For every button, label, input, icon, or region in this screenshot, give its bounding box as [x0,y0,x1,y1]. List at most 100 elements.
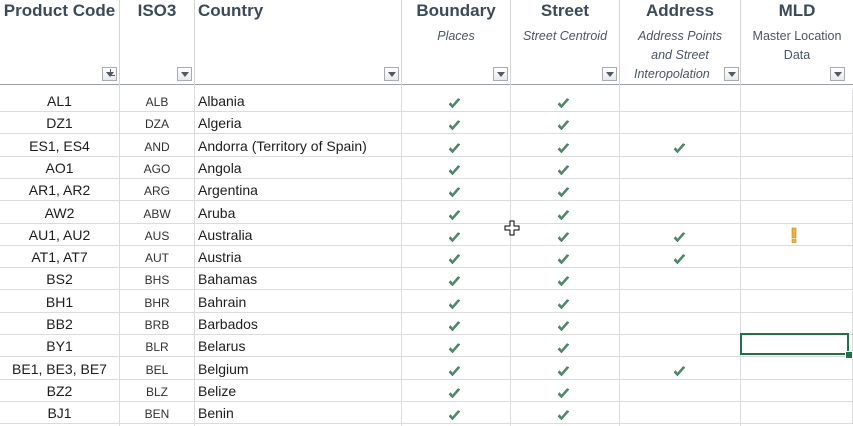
table-row[interactable]: BJ1 BEN Benin [0,402,853,425]
cell-product-code[interactable]: AL1 [0,90,120,112]
cell-street[interactable] [511,290,620,313]
table-row[interactable]: DZ1 DZA Algeria [0,112,853,135]
cell-street[interactable] [511,246,620,269]
cell-country[interactable]: Argentina [195,179,402,202]
table-row[interactable]: AT1, AT7 AUT Austria [0,246,853,269]
cell-product-code[interactable]: AT1, AT7 [0,246,120,269]
header-mld[interactable]: MLD Master Location Data [741,0,853,84]
cell-street[interactable] [511,201,620,224]
cell-street[interactable] [511,179,620,202]
cell-boundary[interactable] [402,268,511,291]
cell-country[interactable]: Belgium [195,357,402,380]
cell-product-code[interactable]: BE1, BE3, BE7 [0,357,120,380]
cell-mld[interactable] [741,201,853,224]
cell-mld[interactable] [741,156,853,179]
cell-iso3[interactable]: ALB [120,90,195,112]
cell-boundary[interactable] [402,201,511,224]
header-product-code[interactable]: Product Code [0,0,120,84]
cell-boundary[interactable] [402,156,511,179]
cell-mld[interactable] [741,290,853,313]
cell-iso3[interactable]: BHR [120,290,195,313]
cell-iso3[interactable]: DZA [120,112,195,135]
table-row[interactable]: AR1, AR2 ARG Argentina [0,179,853,202]
filter-active-icon[interactable] [102,67,117,81]
table-row[interactable]: BZ2 BLZ Belize [0,379,853,402]
cell-iso3[interactable]: BRB [120,313,195,335]
filter-dropdown-icon[interactable] [724,67,739,81]
table-row[interactable]: AW2 ABW Aruba [0,201,853,224]
cell-iso3[interactable]: AND [120,134,195,157]
cell-country[interactable]: Benin [195,402,402,425]
cell-mld[interactable] [741,134,853,157]
cell-country[interactable]: Belarus [195,335,402,358]
cell-boundary[interactable] [402,246,511,269]
selected-cell[interactable] [740,333,849,355]
cell-iso3[interactable]: BHS [120,268,195,291]
cell-boundary[interactable] [402,223,511,246]
cell-address[interactable] [620,379,741,402]
cell-product-code[interactable]: BB2 [0,313,120,335]
cell-mld[interactable] [741,379,853,402]
cell-country[interactable]: Austria [195,246,402,269]
filter-dropdown-icon[interactable] [493,67,508,81]
table-row[interactable]: AO1 AGO Angola [0,156,853,179]
cell-boundary[interactable] [402,112,511,135]
cell-boundary[interactable] [402,379,511,402]
cell-country[interactable]: Bahamas [195,268,402,291]
cell-mld[interactable] [741,268,853,291]
filter-dropdown-icon[interactable] [384,67,399,81]
table-row[interactable]: BH1 BHR Bahrain [0,290,853,313]
table-row[interactable]: BB2 BRB Barbados [0,313,853,335]
cell-address[interactable] [620,357,741,380]
cell-country[interactable]: Angola [195,156,402,179]
cell-street[interactable] [511,379,620,402]
cell-country[interactable]: Albania [195,90,402,112]
fill-handle[interactable] [845,351,853,359]
cell-street[interactable] [511,223,620,246]
header-iso3[interactable]: ISO3 [120,0,195,84]
cell-product-code[interactable]: AU1, AU2 [0,223,120,246]
filter-dropdown-icon[interactable] [177,67,192,81]
cell-product-code[interactable]: DZ1 [0,112,120,135]
cell-boundary[interactable] [402,357,511,380]
cell-iso3[interactable]: AGO [120,156,195,179]
header-country[interactable]: Country [195,0,402,84]
cell-country[interactable]: Andorra (Territory of Spain) [195,134,402,157]
cell-boundary[interactable] [402,402,511,425]
header-boundary[interactable]: Boundary Places [402,0,511,84]
cell-mld[interactable] [741,246,853,269]
cell-product-code[interactable]: AW2 [0,201,120,224]
cell-address[interactable] [620,313,741,335]
table-row[interactable]: AU1, AU2 AUS Australia [0,223,853,246]
cell-product-code[interactable]: ES1, ES4 [0,134,120,157]
filter-dropdown-icon[interactable] [830,67,845,81]
cell-boundary[interactable] [402,179,511,202]
cell-iso3[interactable]: BEN [120,402,195,425]
cell-product-code[interactable]: AO1 [0,156,120,179]
cell-address[interactable] [620,335,741,358]
cell-address[interactable] [620,402,741,425]
cell-boundary[interactable] [402,134,511,157]
cell-address[interactable] [620,90,741,112]
cell-address[interactable] [620,201,741,224]
cell-mld[interactable] [741,179,853,202]
cell-country[interactable]: Barbados [195,313,402,335]
cell-mld[interactable] [741,223,853,246]
cell-iso3[interactable]: ABW [120,201,195,224]
cell-product-code[interactable]: BY1 [0,335,120,358]
cell-iso3[interactable]: ARG [120,179,195,202]
cell-boundary[interactable] [402,90,511,112]
cell-country[interactable]: Bahrain [195,290,402,313]
cell-street[interactable] [511,357,620,380]
cell-iso3[interactable]: BLZ [120,379,195,402]
cell-address[interactable] [620,179,741,202]
cell-country[interactable]: Australia [195,223,402,246]
cell-product-code[interactable]: BJ1 [0,402,120,425]
cell-iso3[interactable]: BLR [120,335,195,358]
table-row[interactable]: BS2 BHS Bahamas [0,268,853,291]
cell-product-code[interactable]: BH1 [0,290,120,313]
cell-street[interactable] [511,156,620,179]
cell-mld[interactable] [741,402,853,425]
cell-address[interactable] [620,112,741,135]
cell-iso3[interactable]: BEL [120,357,195,380]
